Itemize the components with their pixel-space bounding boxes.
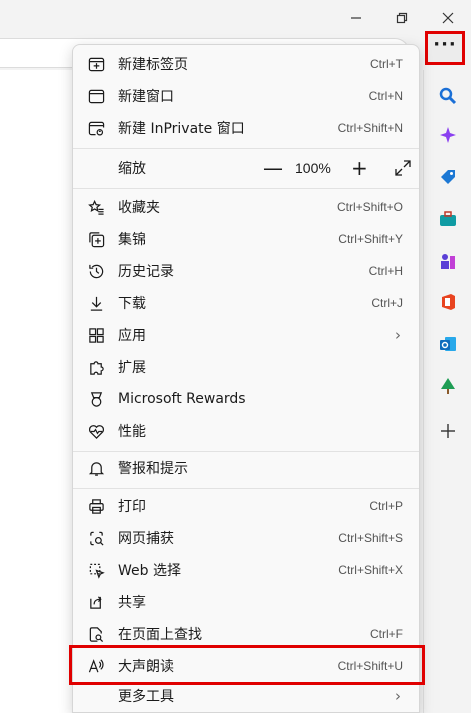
menu-item-label: 网页捕获 — [118, 531, 174, 547]
restore-icon — [396, 12, 408, 24]
shortcut: Ctrl+F — [370, 627, 403, 641]
minimize-button[interactable] — [333, 0, 379, 36]
highlight-read-aloud — [69, 645, 425, 685]
chevron-right-icon: › — [395, 687, 401, 705]
menu-item-rewards[interactable]: Microsoft Rewards — [77, 384, 415, 414]
menu-item-extensions[interactable]: 扩展 — [77, 352, 415, 382]
menu-item-share[interactable]: 共享 — [77, 587, 415, 617]
chevron-right-icon: › — [395, 326, 401, 344]
menu-item-label: 共享 — [118, 595, 146, 611]
menu-item-label: 警报和提示 — [118, 461, 188, 477]
settings-menu: 新建标签页 Ctrl+T 新建窗口 Ctrl+N 新建 InPrivate 窗口… — [72, 44, 420, 713]
more-icon: ··· — [433, 34, 457, 55]
zoom-label: 缩放 — [118, 161, 146, 177]
fullscreen-icon[interactable] — [394, 159, 412, 177]
close-icon — [442, 12, 454, 24]
web-select-icon — [86, 560, 106, 580]
performance-icon — [86, 421, 106, 441]
outlook-icon[interactable] — [438, 334, 458, 354]
zoom-value: 100% — [295, 160, 331, 176]
add-icon[interactable] — [438, 421, 458, 441]
menu-item-downloads[interactable]: 下载 Ctrl+J — [77, 288, 415, 318]
print-icon — [86, 496, 106, 516]
menu-item-label: 新建标签页 — [118, 57, 188, 73]
collections-icon — [86, 229, 106, 249]
share-icon — [86, 592, 106, 612]
menu-item-performance[interactable]: 性能 — [77, 416, 415, 446]
menu-item-web-capture[interactable]: 网页捕获 Ctrl+Shift+S — [77, 523, 415, 553]
shortcut: Ctrl+N — [368, 89, 403, 103]
menu-item-label: 扩展 — [118, 360, 146, 376]
shortcut: Ctrl+Shift+S — [338, 531, 403, 545]
rewards-icon — [86, 389, 106, 409]
settings-and-more-button[interactable]: ··· — [425, 31, 465, 65]
shortcut: Ctrl+Shift+X — [338, 563, 403, 577]
more-tools-icon — [86, 686, 106, 706]
inprivate-icon — [86, 118, 106, 138]
office-icon[interactable] — [438, 292, 458, 312]
favorites-icon — [86, 197, 106, 217]
menu-item-label: 应用 — [118, 328, 146, 344]
shortcut: Ctrl+Shift+O — [336, 200, 403, 214]
divider — [73, 451, 419, 452]
menu-item-new-tab[interactable]: 新建标签页 Ctrl+T — [77, 49, 415, 79]
zoom-in-button[interactable]: + — [351, 158, 368, 178]
menu-item-label: 下载 — [118, 296, 146, 312]
menu-item-label: 新建窗口 — [118, 89, 174, 105]
shortcut: Ctrl+P — [369, 499, 403, 513]
menu-item-label: 集锦 — [118, 232, 146, 248]
divider — [73, 188, 419, 189]
tree-icon[interactable] — [438, 376, 458, 396]
restore-button[interactable] — [379, 0, 425, 36]
menu-item-label: 更多工具 — [118, 689, 174, 705]
copilot-icon[interactable] — [438, 125, 458, 145]
shortcut: Ctrl+J — [371, 296, 403, 310]
menu-item-print[interactable]: 打印 Ctrl+P — [77, 491, 415, 521]
divider — [73, 488, 419, 489]
shortcut: Ctrl+H — [368, 264, 403, 278]
menu-item-label: 在页面上查找 — [118, 627, 202, 643]
menu-item-collections[interactable]: 集锦 Ctrl+Shift+Y — [77, 224, 415, 254]
minimize-icon — [351, 17, 361, 19]
zoom-row: 缩放 — 100% + — [77, 151, 415, 185]
menu-item-new-window[interactable]: 新建窗口 Ctrl+N — [77, 81, 415, 111]
shopping-icon[interactable] — [438, 167, 458, 187]
menu-item-favorites[interactable]: 收藏夹 Ctrl+Shift+O — [77, 192, 415, 222]
history-icon — [86, 261, 106, 281]
games-icon[interactable] — [438, 251, 458, 271]
apps-icon — [86, 325, 106, 345]
menu-item-label: 收藏夹 — [118, 200, 160, 216]
tools-icon[interactable] — [438, 209, 458, 229]
menu-item-new-inprivate[interactable]: 新建 InPrivate 窗口 Ctrl+Shift+N — [77, 113, 415, 143]
extensions-icon — [86, 357, 106, 377]
find-icon — [86, 624, 106, 644]
menu-item-label: Microsoft Rewards — [118, 391, 246, 407]
search-icon[interactable] — [438, 86, 458, 106]
menu-item-label: 打印 — [118, 499, 146, 515]
shortcut: Ctrl+T — [370, 57, 403, 71]
shortcut: Ctrl+Shift+Y — [338, 232, 403, 246]
download-icon — [86, 293, 106, 313]
menu-item-web-select[interactable]: Web 选择 Ctrl+Shift+X — [77, 555, 415, 585]
divider — [73, 148, 419, 149]
sidebar — [423, 70, 471, 713]
menu-item-alerts[interactable]: 警报和提示 — [77, 453, 415, 483]
shortcut: Ctrl+Shift+N — [337, 121, 403, 135]
menu-item-history[interactable]: 历史记录 Ctrl+H — [77, 256, 415, 286]
web-capture-icon — [86, 528, 106, 548]
menu-item-apps[interactable]: 应用 › — [77, 320, 415, 350]
zoom-out-button[interactable]: — — [263, 158, 283, 178]
menu-item-label: Web 选择 — [118, 563, 181, 579]
menu-item-label: 新建 InPrivate 窗口 — [118, 121, 245, 137]
bell-icon — [86, 458, 106, 478]
new-window-icon — [86, 86, 106, 106]
new-tab-icon — [86, 54, 106, 74]
menu-item-label: 历史记录 — [118, 264, 174, 280]
menu-item-label: 性能 — [118, 424, 146, 440]
menu-item-more-tools[interactable]: 更多工具 › — [77, 681, 415, 711]
